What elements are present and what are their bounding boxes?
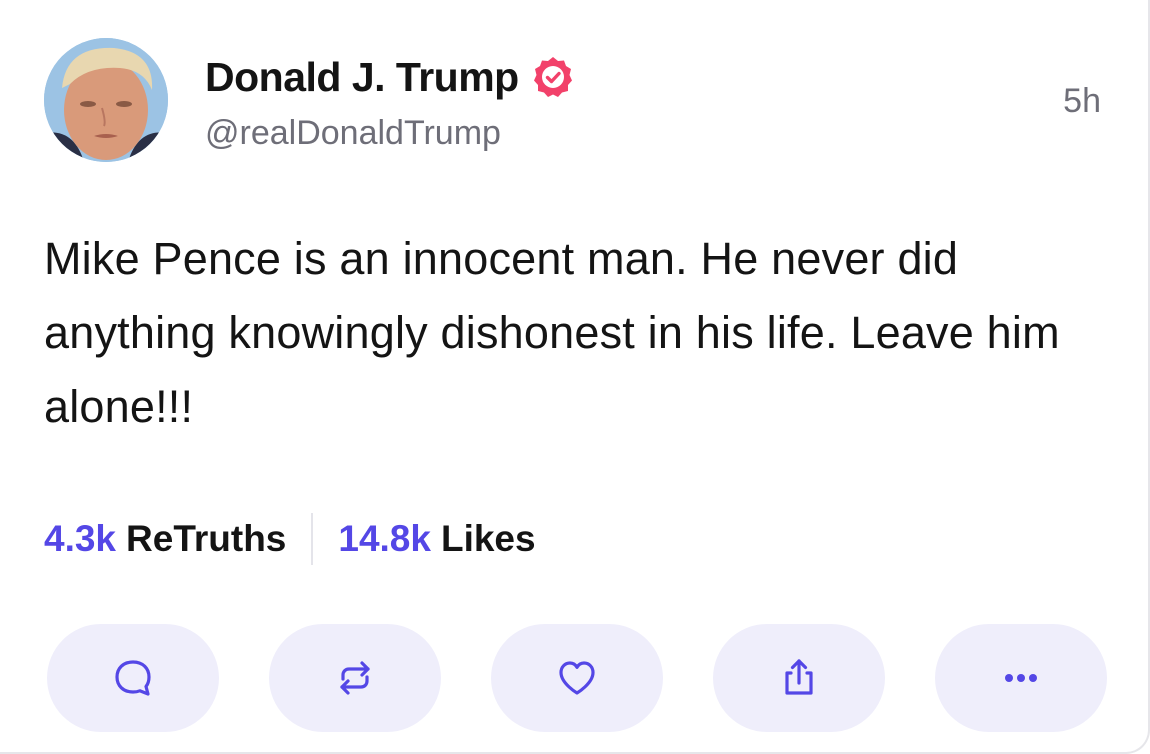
likes-stat[interactable]: 14.8k Likes [338, 518, 535, 560]
post-stats: 4.3k ReTruths 14.8k Likes [44, 512, 536, 566]
author-handle[interactable]: @realDonaldTrump [205, 114, 501, 153]
share-button[interactable] [713, 624, 885, 732]
avatar-image [44, 38, 168, 162]
heart-icon [559, 661, 595, 695]
author-display-name[interactable]: Donald J. Trump [205, 54, 519, 101]
post-card: Donald J. Trump @realDonaldTrump 5h Mike… [0, 0, 1150, 754]
retruths-stat[interactable]: 4.3k ReTruths [44, 518, 286, 560]
retruths-label: ReTruths [126, 518, 287, 559]
verified-badge-icon [531, 55, 575, 99]
post-timestamp[interactable]: 5h [1063, 82, 1101, 121]
speech-bubble-icon [115, 660, 151, 696]
retruth-button[interactable] [269, 624, 441, 732]
likes-count: 14.8k [338, 518, 431, 559]
like-button[interactable] [491, 624, 663, 732]
stats-divider [311, 513, 314, 565]
repost-arrows-icon [340, 661, 370, 695]
reply-button[interactable] [47, 624, 219, 732]
author-name-row: Donald J. Trump [205, 52, 575, 102]
retruths-count: 4.3k [44, 518, 117, 559]
ellipsis-icon [1005, 674, 1037, 682]
share-upload-icon [785, 659, 813, 695]
author-avatar[interactable] [44, 38, 168, 162]
post-action-bar [47, 624, 1107, 732]
post-body-text: Mike Pence is an innocent man. He never … [44, 233, 1060, 432]
more-options-button[interactable] [935, 624, 1107, 732]
likes-label: Likes [440, 518, 536, 559]
